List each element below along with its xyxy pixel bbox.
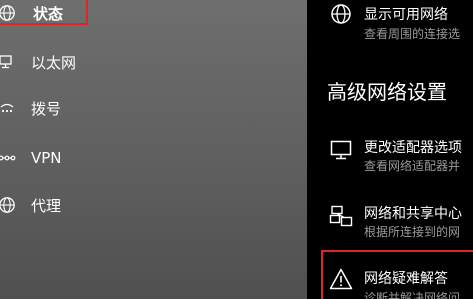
show-available-networks-link[interactable]: 显示可用网络 查看周围的连接选 bbox=[307, 0, 473, 45]
sidebar-item-label: 以太网 bbox=[31, 53, 77, 72]
highlight-box bbox=[321, 250, 473, 299]
sidebar-item-dialup[interactable]: 拨号 bbox=[0, 91, 307, 125]
sidebar-item-ethernet[interactable]: 以太网 bbox=[0, 45, 307, 79]
highlight-box bbox=[0, 0, 88, 25]
row-subtitle: 查看周围的连接选 bbox=[364, 27, 461, 41]
sidebar-item-vpn[interactable]: VPN bbox=[0, 141, 307, 175]
sidebar-item-status[interactable]: 状态 bbox=[0, 0, 307, 30]
sidebar-item-proxy[interactable]: 代理 bbox=[0, 188, 307, 222]
network-sharing-icon bbox=[329, 205, 353, 227]
network-sharing-center-link[interactable]: 网络和共享中心 根据所连接到的网 bbox=[307, 201, 473, 246]
sidebar-item-label: VPN bbox=[31, 149, 62, 167]
vpn-icon bbox=[0, 149, 16, 167]
sidebar-item-label: 代理 bbox=[31, 196, 62, 215]
change-adapter-options-link[interactable]: 更改适配器选项 查看网络适配器并 bbox=[307, 135, 473, 180]
content-pane: 显示可用网络 查看周围的连接选 高级网络设置 更改适配器选项 查看网络适配器并 … bbox=[307, 0, 473, 299]
row-subtitle: 根据所连接到的网 bbox=[364, 225, 461, 239]
row-subtitle: 查看网络适配器并 bbox=[364, 159, 461, 173]
sidebar-item-label: 拨号 bbox=[31, 99, 62, 118]
globe-icon bbox=[331, 4, 351, 24]
row-title: 显示可用网络 bbox=[364, 7, 448, 23]
globe-icon bbox=[0, 196, 16, 214]
row-title: 网络和共享中心 bbox=[364, 206, 462, 222]
monitor-icon bbox=[330, 140, 352, 160]
section-heading: 高级网络设置 bbox=[327, 80, 447, 104]
row-title: 更改适配器选项 bbox=[364, 140, 462, 156]
ethernet-icon bbox=[0, 53, 16, 71]
network-settings-window: 状态 以太网 拨号 VPN 代理 显示可用网络 查看周围的连接选 高级网络设置 … bbox=[0, 0, 473, 299]
sidebar: 状态 以太网 拨号 VPN 代理 bbox=[0, 0, 307, 299]
dialup-icon bbox=[0, 99, 16, 117]
